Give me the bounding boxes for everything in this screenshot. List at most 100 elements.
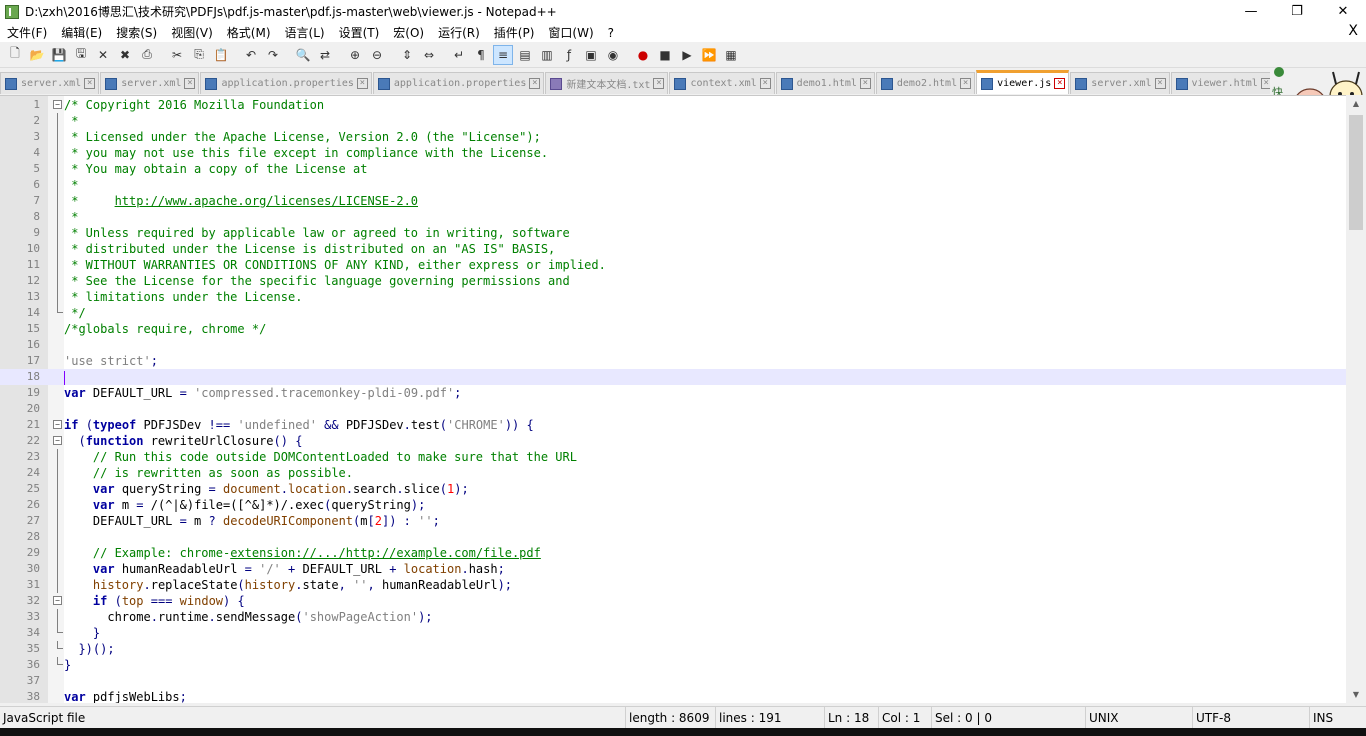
code-line[interactable]: 13 * limitations under the License. xyxy=(0,289,1346,305)
show-all-chars-icon[interactable]: ¶ xyxy=(471,45,491,65)
code-line[interactable]: 22 − (function rewriteUrlClosure() { xyxy=(0,433,1346,449)
code-line[interactable]: 10 * distributed under the License is di… xyxy=(0,241,1346,257)
monitoring-icon[interactable]: ◉ xyxy=(603,45,623,65)
tab-close-icon[interactable]: × xyxy=(653,78,665,89)
fold-collapse-icon[interactable]: − xyxy=(53,100,62,109)
paste-icon[interactable]: 📋 xyxy=(211,45,231,65)
tab-close-icon[interactable]: × xyxy=(759,78,771,89)
maximize-button[interactable]: ❐ xyxy=(1274,0,1320,23)
tab-close-icon[interactable]: × xyxy=(960,78,972,89)
menu-plugins[interactable]: 插件(P) xyxy=(487,24,542,41)
redo-icon[interactable]: ↷ xyxy=(263,45,283,65)
code-line[interactable]: 21− if (typeof PDFJSDev !== 'undefined' &… xyxy=(0,417,1346,433)
menu-language[interactable]: 语言(L) xyxy=(278,24,332,41)
indent-guide-icon[interactable]: ≡ xyxy=(493,44,513,65)
code-line[interactable]: 29 // Example: chrome-extension://.../ht… xyxy=(0,545,1346,561)
code-line[interactable]: 9 * Unless required by applicable law or… xyxy=(0,225,1346,241)
tab-server-xml[interactable]: server.xml × xyxy=(1070,72,1170,94)
tab-application-properties[interactable]: application.properties × xyxy=(372,72,545,94)
code-line[interactable]: 15 /*globals require, chrome */ xyxy=(0,321,1346,337)
code-line[interactable]: 34 } xyxy=(0,625,1346,641)
doc-map-icon[interactable]: ▥ xyxy=(537,45,557,65)
code-line[interactable]: 27 DEFAULT_URL = m ? decodeURIComponent(… xyxy=(0,513,1346,529)
tab-close-icon[interactable]: × xyxy=(1260,78,1270,89)
sync-horizontal-icon[interactable]: ⇔ xyxy=(419,45,439,65)
code-line[interactable]: 36} xyxy=(0,657,1346,673)
scroll-up-icon[interactable]: ▲ xyxy=(1346,95,1366,112)
menu-window[interactable]: 窗口(W) xyxy=(541,24,600,41)
stop-macro-icon[interactable]: ■ xyxy=(655,45,675,65)
save-all-icon[interactable]: 🖫 xyxy=(71,45,91,65)
find-icon[interactable]: 🔍 xyxy=(293,45,313,65)
run-macro-multiple-icon[interactable]: ⏩ xyxy=(699,45,719,65)
minimize-button[interactable]: — xyxy=(1228,0,1274,23)
record-macro-icon[interactable]: ● xyxy=(633,45,653,65)
copy-icon[interactable]: ⎘ xyxy=(189,45,209,65)
code-line[interactable]: 25 var queryString = document.location.s… xyxy=(0,481,1346,497)
new-file-icon[interactable]: 🗋 xyxy=(5,45,25,65)
code-line[interactable]: 18 xyxy=(0,369,1346,385)
define-language-icon[interactable]: ▤ xyxy=(515,45,535,65)
code-line[interactable]: 28 xyxy=(0,529,1346,545)
code-line[interactable]: 33 chrome.runtime.sendMessage('showPageA… xyxy=(0,609,1346,625)
tab-close-icon[interactable]: × xyxy=(84,78,96,89)
word-wrap-icon[interactable]: ↵ xyxy=(449,45,469,65)
code-line[interactable]: 26 var m = /(^|&)file=([^&]*)/.exec(quer… xyxy=(0,497,1346,513)
code-line[interactable]: 6 * xyxy=(0,177,1346,193)
close-document-button[interactable]: X xyxy=(1348,23,1358,39)
tab-server-xml[interactable]: server.xml × xyxy=(100,72,200,94)
replace-icon[interactable]: ⇄ xyxy=(315,45,335,65)
code-line[interactable]: 19 var DEFAULT_URL = 'compressed.tracemon… xyxy=(0,385,1346,401)
play-macro-icon[interactable]: ▶ xyxy=(677,45,697,65)
code-line[interactable]: 38 var pdfjsWebLibs; xyxy=(0,689,1346,703)
code-line[interactable]: 12 * See the License for the specific la… xyxy=(0,273,1346,289)
menu-format[interactable]: 格式(M) xyxy=(220,24,278,41)
code-line[interactable]: 30 var humanReadableUrl = '/' + DEFAULT_… xyxy=(0,561,1346,577)
close-button[interactable]: ✕ xyxy=(1320,0,1366,23)
tab-close-icon[interactable]: × xyxy=(529,78,541,89)
status-eol[interactable]: UNIX xyxy=(1086,706,1193,729)
code-line[interactable]: 2 * xyxy=(0,113,1346,129)
scroll-down-icon[interactable]: ▼ xyxy=(1346,686,1366,703)
tab-close-icon[interactable]: × xyxy=(859,78,871,89)
tab-server-xml[interactable]: server.xml × xyxy=(0,72,100,94)
tab-close-icon[interactable]: × xyxy=(184,78,196,89)
status-encoding[interactable]: UTF-8 xyxy=(1193,706,1310,729)
code-line[interactable]: 1 −/* Copyright 2016 Mozilla Foundation xyxy=(0,97,1346,113)
code-line[interactable]: 23 // Run this code outside DOMContentLo… xyxy=(0,449,1346,465)
print-icon[interactable]: ⎙ xyxy=(137,45,157,65)
code-line[interactable]: 11 * WITHOUT WARRANTIES OR CONDITIONS OF… xyxy=(0,257,1346,273)
fold-collapse-icon[interactable]: − xyxy=(53,420,62,429)
code-line[interactable]: 14 */ xyxy=(0,305,1346,321)
fold-collapse-icon[interactable]: − xyxy=(53,596,62,605)
fold-collapse-icon[interactable]: − xyxy=(53,436,62,445)
zoom-in-icon[interactable]: ⊕ xyxy=(345,45,365,65)
folder-workspace-icon[interactable]: ▣ xyxy=(581,45,601,65)
code-line[interactable]: 5 * You may obtain a copy of the License… xyxy=(0,161,1346,177)
tab-demo2-html[interactable]: demo2.html × xyxy=(875,72,976,94)
tab-close-icon[interactable]: × xyxy=(1054,78,1066,89)
menu-macro[interactable]: 宏(O) xyxy=(386,24,431,41)
tab--txt[interactable]: 新建文本文档.txt × xyxy=(545,72,669,94)
tab-viewer-js[interactable]: viewer.js × xyxy=(976,70,1070,94)
tab-close-icon[interactable]: × xyxy=(356,78,368,89)
close-all-icon[interactable]: ✖ xyxy=(115,45,135,65)
tab-demo1-html[interactable]: demo1.html × xyxy=(775,72,875,94)
menu-settings[interactable]: 设置(T) xyxy=(332,24,387,41)
open-file-icon[interactable]: 📂 xyxy=(27,45,47,65)
close-file-icon[interactable]: ✕ xyxy=(93,45,113,65)
code-line[interactable]: 24 // is rewritten as soon as possible. xyxy=(0,465,1346,481)
code-line[interactable]: 37 xyxy=(0,673,1346,689)
menu-run[interactable]: 运行(R) xyxy=(431,24,487,41)
code-line[interactable]: 35 })(); xyxy=(0,641,1346,657)
vertical-scrollbar[interactable]: ▲ ▼ xyxy=(1346,95,1366,703)
code-line[interactable]: 17 'use strict'; xyxy=(0,353,1346,369)
tab-close-icon[interactable]: × xyxy=(1154,78,1166,89)
menu-help[interactable]: ? xyxy=(601,26,621,40)
menu-file[interactable]: 文件(F) xyxy=(0,24,54,41)
sync-vertical-icon[interactable]: ⇕ xyxy=(397,45,417,65)
tab-viewer-html[interactable]: viewer.html × xyxy=(1170,72,1270,94)
function-list-icon[interactable]: ƒ xyxy=(559,45,579,65)
code-line[interactable]: 7 * http://www.apache.org/licenses/LICEN… xyxy=(0,193,1346,209)
undo-icon[interactable]: ↶ xyxy=(241,45,261,65)
